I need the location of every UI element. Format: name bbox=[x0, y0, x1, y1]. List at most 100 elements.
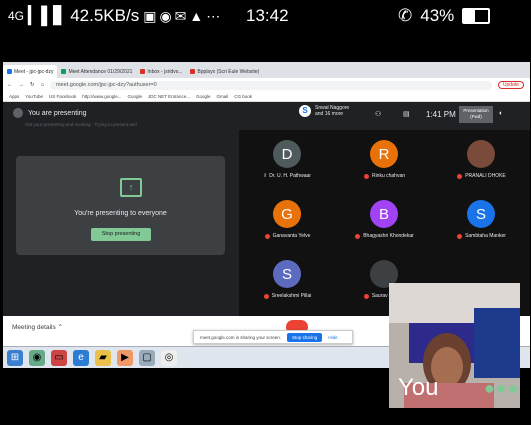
address-bar: ← → ↻ ⌂ meet.google.com/jpc-jpc-dzy?auth… bbox=[3, 78, 530, 92]
battery-icon bbox=[462, 8, 491, 24]
share-message: meet.google.com is sharing your screen. bbox=[200, 334, 282, 340]
presenting-indicator: You are presenting bbox=[13, 108, 87, 118]
self-label: You bbox=[398, 374, 439, 401]
screen-share-icon: ↑ bbox=[120, 178, 142, 197]
chrome-icon[interactable]: ◎ bbox=[161, 349, 177, 366]
participant-avatar: B bbox=[370, 200, 398, 228]
participant-avatar: S bbox=[273, 260, 301, 288]
presentation-app-icon[interactable]: ▭ bbox=[51, 349, 67, 366]
tab-favicon-icon bbox=[61, 69, 67, 74]
participant-tile[interactable]: B Bhagyashri Khondekar bbox=[336, 200, 433, 250]
media-icon[interactable]: ▶ bbox=[117, 349, 133, 366]
mic-off-icon bbox=[355, 233, 361, 239]
meeting-details-label: Meeting details bbox=[12, 324, 56, 331]
call-icon: ✆ bbox=[398, 6, 413, 25]
stop-sharing-button[interactable]: Stop sharing bbox=[287, 332, 323, 342]
tab-label: Meet Attendance 01/29/2021 bbox=[68, 68, 133, 75]
meet-header: You are presenting Get your presenting a… bbox=[3, 102, 530, 130]
participant-tile[interactable]: S Sambtaha Manker bbox=[433, 200, 530, 250]
participant-name: Dr. U. H. Pathwaar bbox=[269, 173, 311, 179]
bookmark-item[interactable]: US Facebook bbox=[49, 94, 76, 99]
presentation-tile[interactable]: Presentation (Fwd) bbox=[459, 106, 493, 123]
present-icon bbox=[13, 108, 23, 118]
reload-icon[interactable]: ↻ bbox=[30, 82, 35, 88]
notification-icons: ▣◉✉▲⋯ bbox=[143, 7, 224, 24]
participant-avatar bbox=[467, 140, 495, 168]
participant-name-row: PRANALI DHOKE bbox=[433, 173, 530, 179]
mic-off-icon bbox=[457, 233, 463, 239]
participant-name: PRANALI DHOKE bbox=[465, 173, 506, 179]
bookmark-item[interactable]: http://www.google... bbox=[82, 94, 121, 99]
update-button[interactable]: Update bbox=[497, 81, 524, 89]
browser-ie-icon[interactable]: e bbox=[73, 349, 89, 366]
chat-icon[interactable]: ▤ bbox=[403, 110, 410, 118]
speaking-icon: ⦀ bbox=[264, 173, 267, 179]
tab-favicon-icon bbox=[7, 69, 12, 74]
screen-share-notice: meet.google.com is sharing your screen. … bbox=[193, 330, 353, 344]
back-icon[interactable]: ← bbox=[7, 82, 13, 88]
bookmark-item[interactable]: Google bbox=[128, 94, 143, 99]
participant-name: Rinku chahvan bbox=[371, 173, 406, 179]
tab-label: Inbox - jsridvs... bbox=[147, 68, 183, 75]
participant-tile[interactable]: G Ganavanta Yelve bbox=[239, 200, 336, 250]
bookmark-item[interactable]: Gmail bbox=[216, 94, 228, 99]
participant-name-row: Sreelakshmi Pillai bbox=[239, 293, 336, 299]
browser-tab[interactable]: Meet - jpc-jpc-dzy bbox=[3, 65, 58, 78]
participant-name: Ganavanta Yelve bbox=[272, 233, 311, 239]
mic-off-icon bbox=[363, 173, 369, 179]
browser-tab[interactable]: Meet Attendance 01/29/2021 bbox=[57, 65, 136, 78]
participant-tile[interactable]: R Rinku chahvan bbox=[336, 140, 433, 190]
participant-name-row: Sambtaha Manker bbox=[433, 233, 530, 239]
browser-tabs: Meet - jpc-jpc-dzy Meet Attendance 01/29/… bbox=[3, 62, 530, 78]
app-icon[interactable]: ◉ bbox=[29, 349, 45, 366]
presentation-panel: ↑ You're presenting to everyone Stop pre… bbox=[3, 130, 239, 316]
folder-icon[interactable]: ▰ bbox=[95, 349, 111, 366]
bookmarks-bar: Apps YouTube US Facebook http://www.google.… bbox=[3, 92, 530, 102]
self-tile-icon[interactable]: ◐ bbox=[499, 110, 503, 117]
mic-off-icon bbox=[263, 293, 269, 299]
stop-presenting-button[interactable]: Stop presenting bbox=[91, 228, 151, 241]
participant-name-row: ⦀ Dr. U. H. Pathwaar bbox=[239, 173, 336, 179]
status-left: 4G ▎▌▋ 42.5KB/s ▣◉✉▲⋯ bbox=[8, 6, 223, 26]
window-icon[interactable]: ▢ bbox=[139, 349, 155, 366]
status-time: 13:42 bbox=[246, 6, 289, 25]
browser-tab[interactable]: Bpplayx (Scri Eule Website) bbox=[186, 65, 263, 78]
mic-off-icon bbox=[457, 173, 463, 179]
participant-chip[interactable]: S Snwal Naggore and 16 more bbox=[299, 105, 349, 117]
participant-name: Sreelakshmi Pillai bbox=[271, 293, 312, 299]
home-icon[interactable]: ⌂ bbox=[41, 82, 44, 88]
bookmark-item[interactable]: Apps bbox=[9, 94, 19, 99]
start-icon[interactable]: ⊞ bbox=[7, 349, 23, 366]
phone-status-bar: 4G ▎▌▋ 42.5KB/s ▣◉✉▲⋯ 13:42 ✆ 43% bbox=[0, 0, 531, 34]
signal-icon: ▎▌▋ bbox=[28, 6, 67, 25]
participant-names: Snwal Naggore and 16 more bbox=[315, 105, 349, 117]
participant-avatar: S bbox=[299, 105, 311, 117]
tab-label: Bpplayx (Scri Eule Website) bbox=[197, 68, 260, 75]
chevron-up-icon: ⌃ bbox=[57, 324, 63, 331]
tab-favicon-icon bbox=[190, 69, 196, 74]
bookmark-item[interactable]: CG book bbox=[234, 94, 252, 99]
participant-tile[interactable]: D ⦀ Dr. U. H. Pathwaar bbox=[239, 140, 336, 190]
participant-tile[interactable]: S Sreelakshmi Pillai bbox=[239, 260, 336, 310]
url-field[interactable]: meet.google.com/jpc-jpc-dzy?authuser=0 bbox=[49, 80, 492, 90]
participant-avatar: S bbox=[467, 200, 495, 228]
participant-avatar: G bbox=[273, 200, 301, 228]
presenting-label: You are presenting bbox=[28, 109, 87, 117]
participant-name: Sambtaha Manker bbox=[465, 233, 506, 239]
participant-name-row: Bhagyashri Khondekar bbox=[336, 233, 433, 239]
participant-tile[interactable]: PRANALI DHOKE bbox=[433, 140, 530, 190]
status-right: ✆ 43% bbox=[398, 6, 491, 26]
hide-button[interactable]: Hide bbox=[328, 335, 337, 340]
bookmark-item[interactable]: Google bbox=[196, 94, 211, 99]
network-speed: 42.5KB/s bbox=[70, 6, 140, 25]
tab-label: Meet - jpc-jpc-dzy bbox=[14, 68, 54, 75]
forward-icon[interactable]: → bbox=[19, 82, 25, 88]
participant-avatar: R bbox=[370, 140, 398, 168]
more-options-icon[interactable]: ●●● bbox=[484, 378, 520, 399]
participant-name: Bhagyashri Khondekar bbox=[363, 233, 414, 239]
bookmark-item[interactable]: JDC NET Entrance... bbox=[148, 94, 190, 99]
browser-tab[interactable]: Inbox - jsridvs... bbox=[136, 65, 186, 78]
meeting-details-button[interactable]: Meeting details ⌃ bbox=[12, 323, 63, 331]
people-icon[interactable]: ⚇ bbox=[375, 110, 381, 118]
bookmark-item[interactable]: YouTube bbox=[25, 94, 43, 99]
